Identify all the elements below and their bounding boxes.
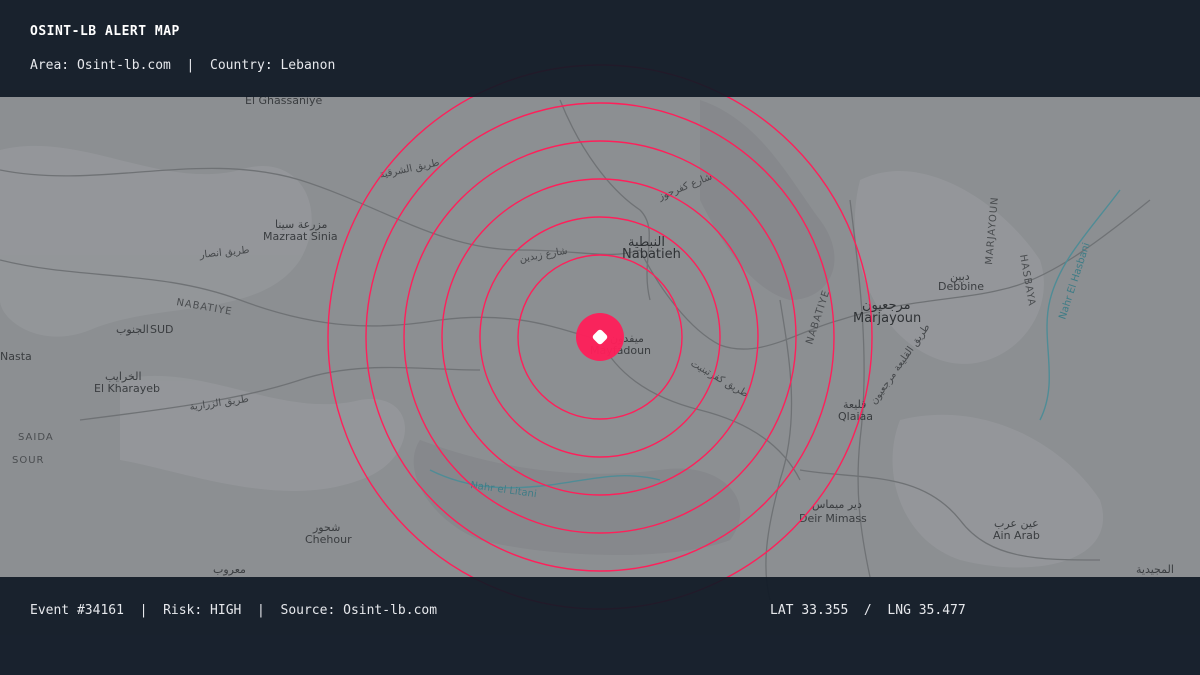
place-label-nabatieh: Nabatieh xyxy=(622,247,681,262)
separator: / xyxy=(856,603,880,618)
separator: | xyxy=(131,603,156,618)
lng-value: 35.477 xyxy=(918,603,966,618)
source-value: Osint-lb.com xyxy=(343,603,438,618)
place-label-debbine: Debbine xyxy=(938,280,984,293)
country-value: Lebanon xyxy=(280,58,336,73)
place-label-deir-mimass: Deir Mimass xyxy=(799,512,867,525)
event-label: Event xyxy=(30,603,70,618)
lng-label: LNG xyxy=(887,603,911,618)
place-label-mazraat-sinia: Mazraat Sinia xyxy=(263,230,338,243)
footer-bar xyxy=(0,577,1200,675)
lat-value: 33.355 xyxy=(801,603,849,618)
place-label-qlaiaa: Qlaiaa xyxy=(838,410,873,423)
place-label-sud: SUD xyxy=(150,323,174,336)
event-id: #34161 xyxy=(76,603,124,618)
app-title: OSINT-LB ALERT MAP xyxy=(30,24,180,39)
place-label-maarub-ar: معروب xyxy=(213,563,246,576)
area-value: Osint-lb.com xyxy=(76,58,171,73)
place-label-el-kharayeb: El Kharayeb xyxy=(94,382,160,395)
lat-label: LAT xyxy=(770,603,794,618)
separator: | xyxy=(178,58,203,73)
country-label: Country: xyxy=(210,58,273,73)
place-label-nasta: Nasta xyxy=(0,350,32,363)
source-label: Source: xyxy=(280,603,336,618)
place-label-chehour: Chehour xyxy=(305,533,352,546)
event-info: Event #34161 | Risk: HIGH | Source: Osin… xyxy=(30,603,437,618)
place-label-majidiye-ar: المجيدية xyxy=(1136,563,1174,576)
area-label: Area: xyxy=(30,58,70,73)
place-label-ain-arab: Ain Arab xyxy=(993,529,1040,542)
header-subtitle: Area: Osint-lb.com | Country: Lebanon xyxy=(30,58,335,73)
map-canvas[interactable]: NABATIYE NABATIYE MARJAYOUN HASBAYA El G… xyxy=(0,0,1200,675)
place-label-saida: SAIDA xyxy=(18,432,54,443)
map-svg[interactable]: NABATIYE NABATIYE MARJAYOUN HASBAYA El G… xyxy=(0,0,1200,675)
place-label-deir-mimass-ar: دير ميماس xyxy=(812,498,862,511)
risk-value: HIGH xyxy=(210,603,242,618)
place-label-marjayoun: Marjayoun xyxy=(853,311,921,326)
place-label-sour: SOUR xyxy=(12,455,45,466)
coordinates-readout: LAT 33.355 / LNG 35.477 xyxy=(770,603,966,618)
separator: | xyxy=(249,603,273,618)
risk-label: Risk: xyxy=(163,603,203,618)
place-label-sud-ar: الجنوب xyxy=(116,323,149,336)
alert-pin-icon[interactable] xyxy=(576,313,624,361)
header-bar: OSINT-LB ALERT MAP Area: Osint-lb.com | … xyxy=(0,0,1200,97)
